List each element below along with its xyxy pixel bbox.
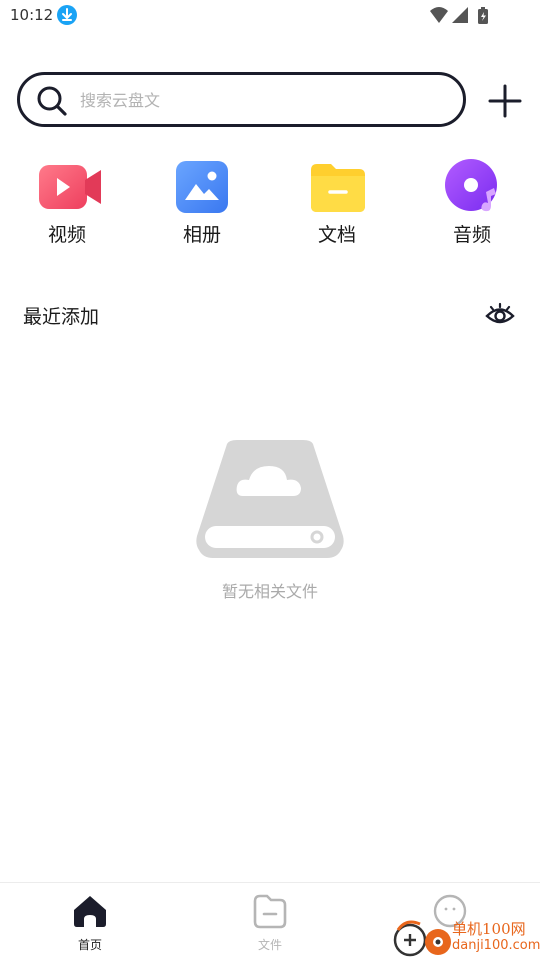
watermark: 单机100网 danji100.com (390, 912, 540, 960)
empty-state-text: 暂无相关文件 (221, 582, 318, 601)
nav-home[interactable]: 首页 (30, 883, 150, 960)
nav-label: 首页 (77, 938, 102, 952)
category-photo[interactable]: 相册 (147, 158, 257, 248)
category-label: 视频 (47, 224, 86, 246)
eye-icon[interactable] (484, 300, 516, 330)
category-label: 文档 (317, 224, 356, 246)
watermark-logo-icon (393, 920, 451, 957)
watermark-line1: 单机100网 (452, 920, 526, 938)
video-icon (39, 165, 101, 209)
status-time: 10:12 (10, 6, 54, 24)
category-label: 音频 (452, 224, 491, 246)
signal-icon (452, 7, 468, 23)
nav-label: 文件 (257, 938, 282, 952)
nav-files[interactable]: 文件 (210, 883, 330, 960)
category-video[interactable]: 视频 (12, 158, 122, 248)
recent-section-title: 最近添加 (23, 306, 100, 328)
wifi-icon (430, 7, 448, 23)
category-audio[interactable]: 音频 (417, 158, 527, 248)
photo-icon (176, 161, 228, 213)
watermark-line2: danji100.com (452, 938, 540, 953)
battery-charging-icon (478, 7, 488, 24)
folder-icon (311, 164, 365, 212)
search-input[interactable] (80, 87, 440, 113)
file-icon (253, 894, 287, 929)
category-document[interactable]: 文档 (282, 158, 392, 248)
home-icon (74, 896, 106, 927)
cloud-drive-icon (196, 440, 344, 558)
download-icon (57, 5, 77, 25)
search-icon (37, 86, 67, 116)
music-icon (445, 159, 497, 212)
status-bar: 10:12 (0, 0, 540, 32)
plus-icon[interactable] (487, 83, 523, 119)
search-bar[interactable] (17, 72, 466, 127)
category-label: 相册 (182, 224, 221, 246)
status-icons (428, 5, 508, 27)
